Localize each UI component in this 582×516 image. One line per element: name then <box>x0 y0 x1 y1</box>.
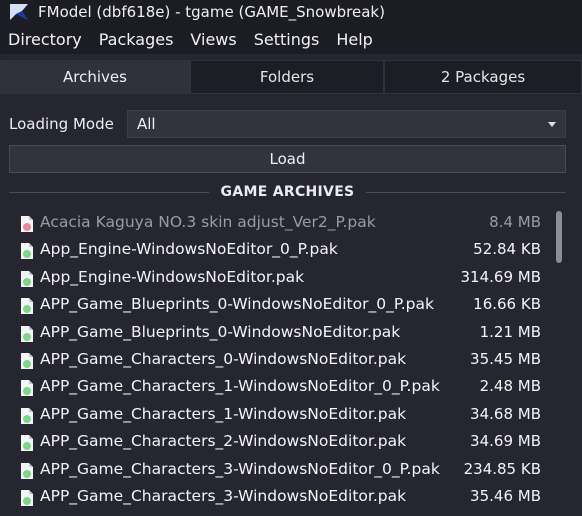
chevron-down-icon <box>548 122 556 127</box>
file-size: 1.21 MB <box>479 323 541 341</box>
file-size: 52.84 KB <box>473 240 541 258</box>
loading-mode-value: All <box>137 115 156 133</box>
divider-right <box>366 191 566 193</box>
list-item[interactable]: App_Engine-WindowsNoEditor.pak 314.69 MB <box>0 265 560 292</box>
pak-file-green-icon <box>21 271 33 287</box>
scrollbar-thumb[interactable] <box>556 211 562 263</box>
loading-mode-select[interactable]: All <box>127 110 566 138</box>
pak-file-green-icon <box>21 353 33 369</box>
list-item[interactable]: APP_Game_Characters_0-WindowsNoEditor.pa… <box>0 347 560 374</box>
file-size: 8.4 MB <box>489 213 541 231</box>
tab-archives[interactable]: Archives <box>0 60 190 94</box>
list-item[interactable]: APP_Game_Characters_1-WindowsNoEditor_0_… <box>0 374 560 401</box>
menu-views[interactable]: Views <box>182 30 245 49</box>
file-size: 234.85 KB <box>463 460 541 478</box>
list-item[interactable]: Acacia Kaguya NO.3 skin adjust_Ver2_P.pa… <box>0 210 560 237</box>
file-size: 35.45 MB <box>470 350 541 368</box>
pak-file-green-icon <box>21 408 33 424</box>
window-title: FModel (dbf618e) - tgame (GAME_Snowbreak… <box>38 3 385 21</box>
file-size: 314.69 MB <box>460 268 542 286</box>
menu-help[interactable]: Help <box>328 30 381 49</box>
file-name: APP_Game_Characters_3-WindowsNoEditor.pa… <box>40 487 407 505</box>
pak-file-green-icon <box>21 243 33 259</box>
fmodel-logo-icon <box>10 4 28 20</box>
pak-file-green-icon <box>21 490 33 506</box>
archive-list[interactable]: Acacia Kaguya NO.3 skin adjust_Ver2_P.pa… <box>0 210 582 516</box>
pak-file-green-icon <box>21 326 33 342</box>
pak-file-green-icon <box>21 463 33 479</box>
menu-packages[interactable]: Packages <box>91 30 183 49</box>
file-size: 35.46 MB <box>470 487 541 505</box>
list-item[interactable]: APP_Game_Blueprints_0-WindowsNoEditor_0_… <box>0 292 560 319</box>
file-name: APP_Game_Characters_3-WindowsNoEditor_0_… <box>40 460 440 478</box>
list-item[interactable]: APP_Game_Blueprints_0-WindowsNoEditor.pa… <box>0 320 560 347</box>
title-bar: FModel (dbf618e) - tgame (GAME_Snowbreak… <box>0 0 582 24</box>
file-name: APP_Game_Characters_2-WindowsNoEditor.pa… <box>40 432 407 450</box>
file-name: App_Engine-WindowsNoEditor_0_P.pak <box>40 240 338 258</box>
list-item[interactable]: App_Engine-WindowsNoEditor_0_P.pak 52.84 … <box>0 237 560 264</box>
file-name: APP_Game_Characters_1-WindowsNoEditor.pa… <box>40 405 407 423</box>
file-size: 16.66 KB <box>473 295 541 313</box>
tab-folders[interactable]: Folders <box>190 60 384 94</box>
section-title: GAME ARCHIVES <box>220 184 355 200</box>
loading-mode-row: Loading Mode All <box>0 110 582 138</box>
file-size: 34.69 MB <box>470 432 541 450</box>
tab-packages[interactable]: 2 Packages <box>384 60 582 94</box>
loading-mode-label: Loading Mode <box>9 115 114 133</box>
file-name: APP_Game_Characters_1-WindowsNoEditor_0_… <box>40 377 440 395</box>
file-name: APP_Game_Blueprints_0-WindowsNoEditor.pa… <box>40 323 401 341</box>
file-name: APP_Game_Characters_0-WindowsNoEditor.pa… <box>40 350 407 368</box>
section-header: GAME ARCHIVES <box>9 182 566 202</box>
divider-left <box>9 191 209 193</box>
file-size: 34.68 MB <box>470 405 541 423</box>
file-name: APP_Game_Blueprints_0-WindowsNoEditor_0_… <box>40 295 434 313</box>
file-name: Acacia Kaguya NO.3 skin adjust_Ver2_P.pa… <box>40 213 376 231</box>
menu-bar: Directory Packages Views Settings Help <box>0 24 582 54</box>
list-item[interactable]: APP_Game_Characters_1-WindowsNoEditor.pa… <box>0 402 560 429</box>
list-item[interactable]: APP_Game_Characters_3-WindowsNoEditor.pa… <box>0 484 560 511</box>
pak-file-green-icon <box>21 380 33 396</box>
pak-file-pink-icon <box>21 216 33 232</box>
pak-file-green-icon <box>21 435 33 451</box>
list-item[interactable]: APP_Game_Characters_2-WindowsNoEditor.pa… <box>0 429 560 456</box>
tab-bar: Archives Folders 2 Packages <box>0 60 582 94</box>
pak-file-green-icon <box>21 298 33 314</box>
file-size: 2.48 MB <box>479 377 541 395</box>
menu-directory[interactable]: Directory <box>0 30 91 49</box>
file-name: App_Engine-WindowsNoEditor.pak <box>40 268 305 286</box>
list-item[interactable]: APP_Game_Characters_3-WindowsNoEditor_0_… <box>0 457 560 484</box>
load-button[interactable]: Load <box>9 145 566 173</box>
menu-settings[interactable]: Settings <box>246 30 329 49</box>
